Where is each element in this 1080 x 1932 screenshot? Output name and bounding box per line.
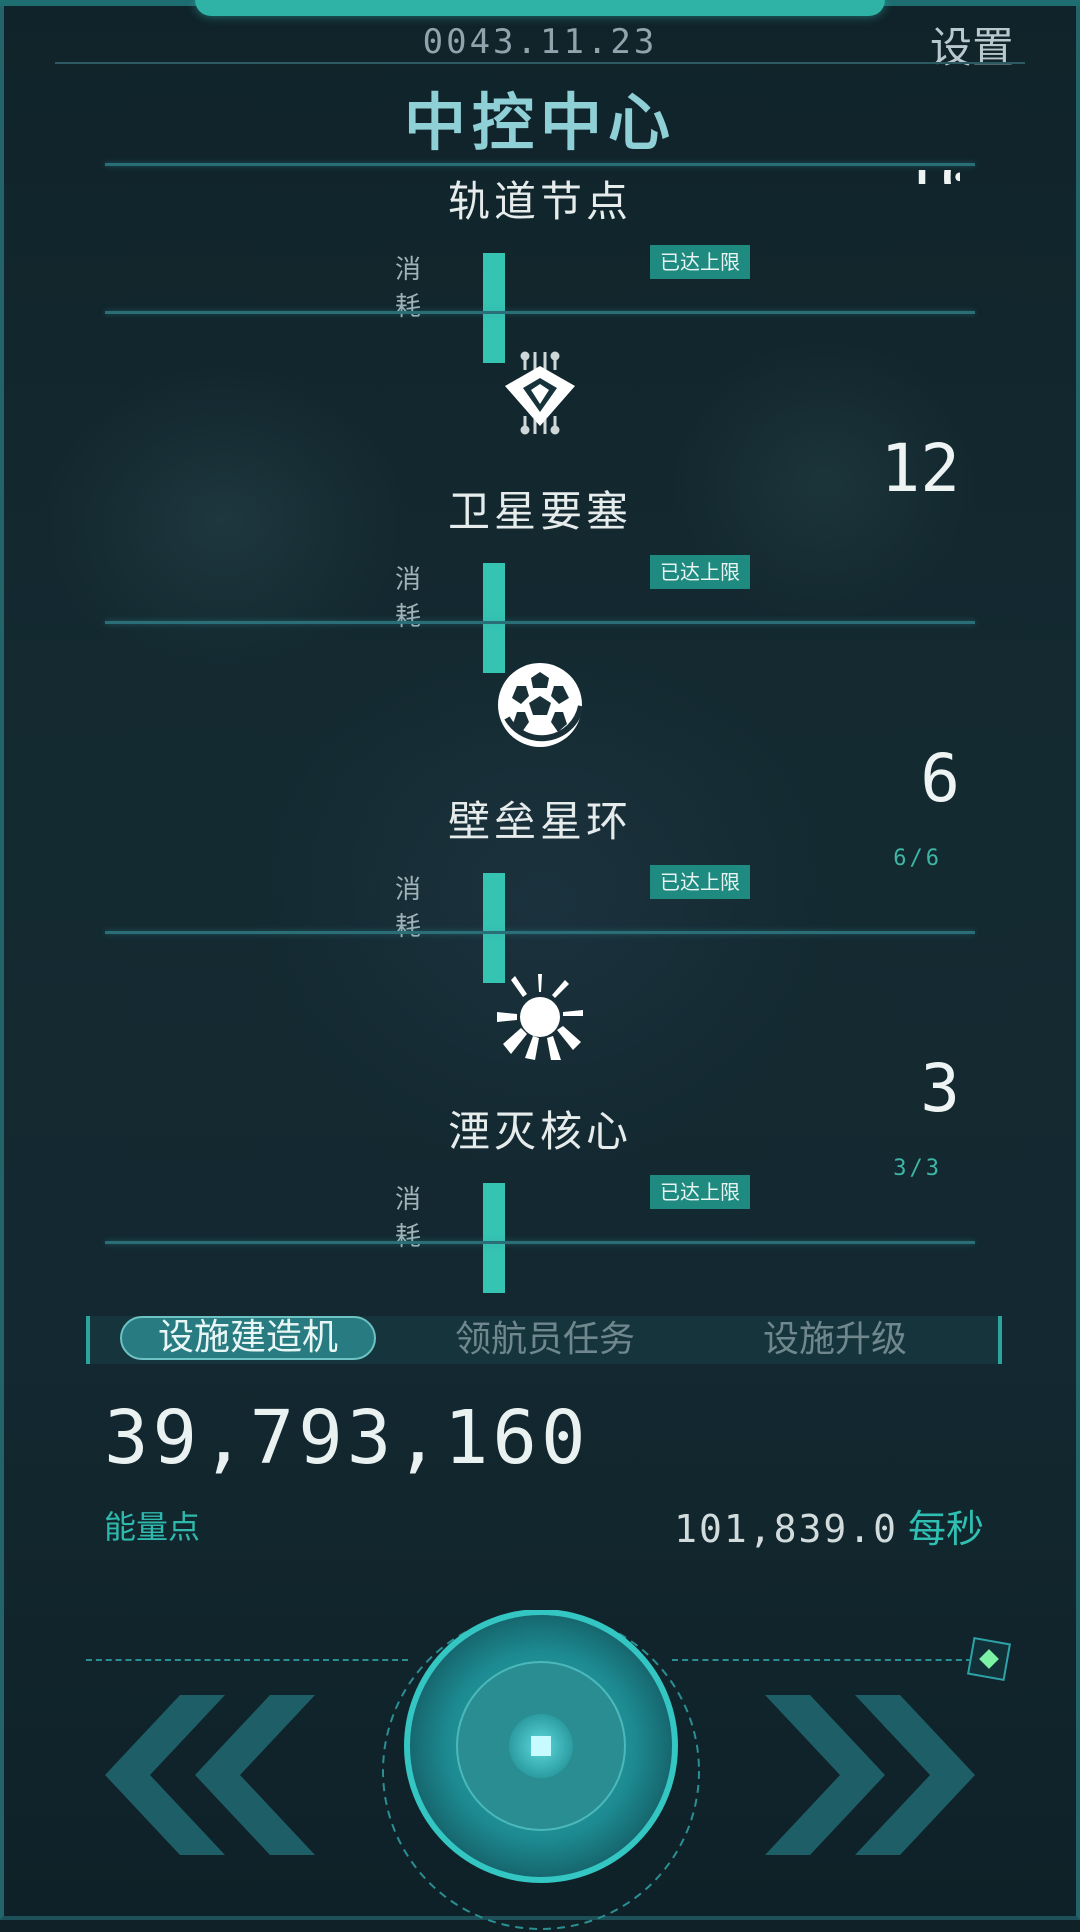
cost-pip [483,1183,505,1205]
facility-name: 卫星要塞 [447,487,632,536]
facility-name: 壁垒星环 [447,797,632,846]
list-divider [105,311,975,314]
header-divider [55,62,1025,64]
center-action-button[interactable] [380,1610,702,1932]
tab-bar: 设施建造机 领航员任务 设施升级 [86,1316,1002,1364]
tab-navigator-missions[interactable]: 领航员任务 [420,1318,670,1362]
list-divider [105,931,975,934]
cost-pip [483,585,505,607]
top-cap-decoration [195,0,885,16]
game-date: 0043.11.23 [422,22,658,62]
max-level-badge: 已达上限 [650,555,750,589]
max-level-badge: 已达上限 [650,245,750,279]
previous-chevron-icon[interactable] [100,1695,320,1855]
cost-pip [483,319,505,341]
list-divider [105,1241,975,1244]
energy-total: 39,793,160 [104,1395,590,1481]
dashed-rail-left [86,1659,408,1661]
max-level-badge: 已达上限 [650,865,750,899]
dashed-rail-right [672,1659,972,1661]
energy-rate-value: 101,839.0 [674,1507,898,1551]
facility-capacity: 6/6 [893,846,942,871]
cost-pip [483,873,505,895]
cost-pip [483,297,505,319]
cost-pip [483,939,505,961]
cost-pip [483,563,505,585]
cost-pips [483,1183,514,1293]
tab-facility-upgrade[interactable]: 设施升级 [730,1318,940,1362]
cost-pips [483,253,514,363]
gem-icon[interactable] [966,1636,1012,1682]
cost-pip [483,917,505,939]
max-level-badge: 已达上限 [650,1175,750,1209]
cost-pip [483,607,505,629]
barrier-ring-icon [498,663,584,747]
energy-rate-unit: 每秒 [907,1507,984,1551]
facility-capacity: 3/3 [893,1156,942,1181]
cost-pip [483,629,505,651]
energy-rate: 101,839.0 每秒 [674,1498,984,1553]
next-chevron-icon[interactable] [760,1695,980,1855]
facility-name: 轨道节点 [447,177,632,226]
gem-core [979,1649,999,1669]
list-divider [105,163,975,166]
cost-pip [483,275,505,297]
list-divider [105,621,975,624]
cost-pip [483,1249,505,1271]
energy-label: 能量点 [104,1508,201,1546]
annihilation-core-icon [497,974,583,1060]
satellite-fortress-icon [505,351,575,435]
cost-pips [483,563,514,673]
cost-pip [483,253,505,275]
cost-pip [483,1205,505,1227]
settings-button[interactable]: 设置 [930,14,1014,75]
cost-pips [483,873,514,983]
cost-pip [483,895,505,917]
facility-name: 湮灭核心 [447,1107,632,1156]
cost-pip [483,1271,505,1293]
tab-facility-builder[interactable]: 设施建造机 [120,1316,376,1360]
page-title: 中控中心 [403,86,676,159]
cost-pip [483,1227,505,1249]
